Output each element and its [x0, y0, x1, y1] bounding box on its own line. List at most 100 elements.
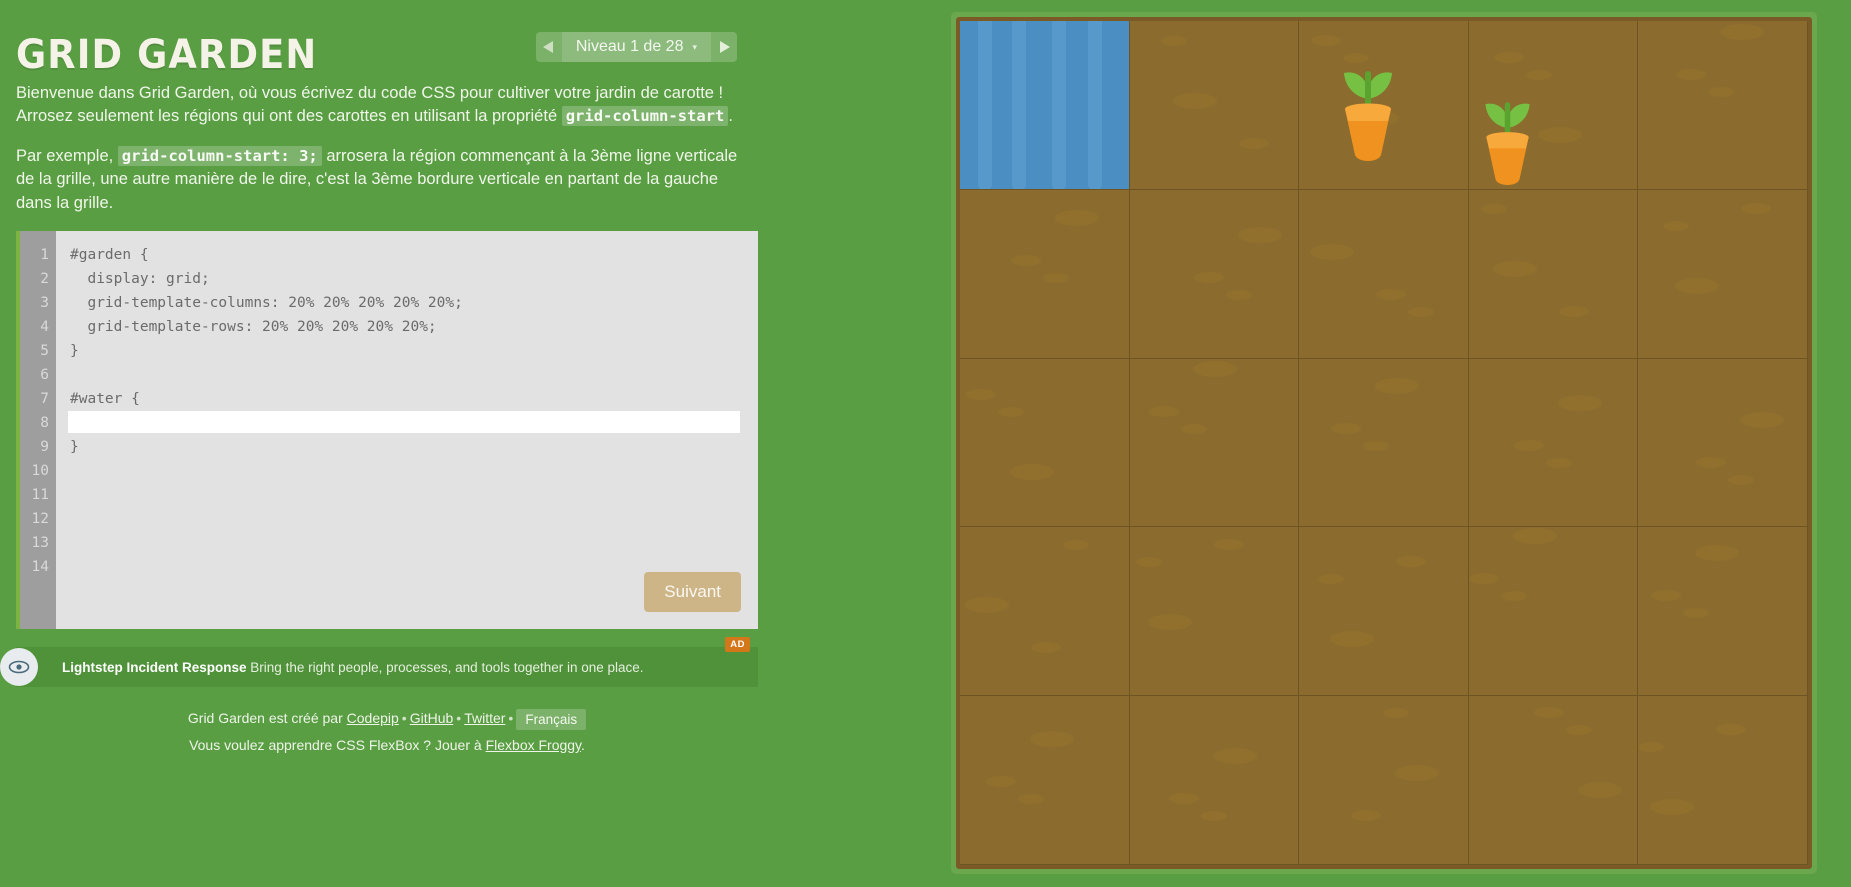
- paragraph2-code: grid-column-start: 3;: [117, 145, 322, 166]
- soil-clod: [1638, 742, 1665, 753]
- soil-clod: [1500, 591, 1527, 602]
- soil-clod: [1376, 288, 1407, 300]
- garden-cell-soil: [1299, 696, 1469, 865]
- line-number: 10: [31, 463, 49, 480]
- flexbox-froggy-link[interactable]: Flexbox Froggy: [486, 737, 581, 753]
- soil-clod: [1696, 456, 1727, 468]
- garden-cell-soil: [960, 189, 1130, 359]
- ad-badge: AD: [725, 637, 750, 653]
- garden-cell-soil: [1468, 358, 1639, 528]
- line-number: 9: [40, 439, 49, 456]
- garden-cell-soil: [1638, 189, 1808, 359]
- garden-cell-soil: [1129, 189, 1300, 359]
- line-number: 11: [31, 487, 49, 504]
- garden-cell-soil: [1638, 696, 1808, 865]
- code-area[interactable]: #garden { display: grid; grid-template-c…: [56, 231, 758, 629]
- soil-clod: [1200, 811, 1227, 822]
- soil-clod: [1513, 439, 1544, 451]
- soil-clod: [1740, 411, 1785, 428]
- garden-cell-soil: [1299, 21, 1469, 190]
- garden-frame: [951, 12, 1817, 874]
- water-wave: [978, 21, 992, 189]
- carrot-icon: [1479, 71, 1541, 189]
- soil-clod: [998, 406, 1024, 417]
- soil-clod: [1351, 810, 1382, 822]
- soil-clod: [1018, 794, 1044, 805]
- chevron-down-icon: ▾: [692, 41, 697, 52]
- soil-clod: [1310, 243, 1355, 260]
- footer-link-twitter[interactable]: Twitter: [464, 710, 505, 726]
- code-line: grid-template-rows: 20% 20% 20% 20% 20%;: [70, 319, 437, 336]
- line-number: 7: [40, 391, 49, 408]
- soil-clod: [1741, 202, 1772, 214]
- water-wave: [1052, 21, 1066, 189]
- garden-cell-soil: [1468, 696, 1639, 865]
- garden-cell-soil: [1468, 527, 1639, 697]
- soil-clod: [1238, 138, 1269, 149]
- soil-clod: [1408, 306, 1435, 317]
- garden-grid: [960, 21, 1808, 865]
- soil-clod: [1168, 793, 1199, 805]
- soil-clod: [1375, 377, 1420, 394]
- soil-clod: [1318, 574, 1345, 585]
- soil-clod: [1010, 463, 1054, 480]
- soil-clod: [1663, 220, 1690, 231]
- line-number: 12: [31, 511, 49, 528]
- footer-link-codepip[interactable]: Codepip: [347, 710, 399, 726]
- advertisement-bar[interactable]: Lightstep Incident Response Bring the ri…: [0, 637, 758, 688]
- next-level-button[interactable]: [711, 32, 737, 62]
- garden-cell-soil: [1299, 527, 1469, 697]
- advertisement-text: Lightstep Incident Response Bring the ri…: [62, 660, 644, 675]
- garden-cell-soil: [1129, 21, 1300, 190]
- line-number: 6: [40, 367, 49, 384]
- soil-clod: [1363, 440, 1390, 451]
- instructions: Bienvenue dans Grid Garden, où vous écri…: [16, 82, 758, 215]
- left-panel: GRID GARDEN Niveau 1 de 28 ▾ Bienvenue d…: [0, 0, 950, 887]
- css-editor[interactable]: 1 2 3 4 5 6 7 8 9 10 11 12 13 14 #garden { display: g…: [16, 231, 758, 630]
- soil-clod: [1716, 724, 1747, 736]
- garden-cell-soil: [1638, 21, 1808, 190]
- soil-clod: [1493, 52, 1524, 63]
- soil-clod: [1565, 725, 1592, 736]
- garden-cell-soil: [1129, 358, 1300, 528]
- soil-clod: [1055, 209, 1099, 226]
- line-number: 4: [40, 319, 49, 336]
- footer-link-github[interactable]: GitHub: [410, 710, 454, 726]
- soil-clod: [1492, 260, 1537, 277]
- line-number: 8: [40, 415, 49, 432]
- garden-cell-soil: [960, 696, 1130, 865]
- soil-clod: [1468, 573, 1499, 585]
- soil-clod: [1043, 272, 1069, 283]
- level-selector[interactable]: Niveau 1 de 28 ▾: [535, 32, 737, 62]
- previous-level-button[interactable]: [535, 32, 562, 62]
- css-input-line[interactable]: [68, 411, 758, 435]
- soil-clod: [1695, 545, 1740, 562]
- footer-separator-3: •: [508, 710, 514, 727]
- soil-clod: [1512, 528, 1557, 545]
- soil-clod: [1063, 540, 1089, 551]
- soil-clod: [965, 597, 1009, 614]
- paragraph2-text-before: Par exemple,: [16, 146, 118, 165]
- soil-clod: [1651, 590, 1682, 602]
- footer-separator-1: •: [401, 710, 407, 727]
- language-button[interactable]: Français: [516, 708, 587, 730]
- soil-clod: [1192, 360, 1237, 377]
- next-button[interactable]: Suivant: [644, 572, 741, 613]
- grid-garden-app: GRID GARDEN Niveau 1 de 28 ▾ Bienvenue d…: [0, 0, 1851, 887]
- level-dropdown[interactable]: Niveau 1 de 28 ▾: [561, 32, 711, 62]
- soil-clod: [986, 776, 1016, 788]
- water-wave: [1088, 21, 1102, 189]
- flexbox-suffix: .: [581, 736, 585, 753]
- triangle-right-icon: [718, 40, 731, 54]
- soil-clod: [1180, 423, 1207, 434]
- page-title: GRID GARDEN: [16, 32, 318, 78]
- soil-clod: [1708, 87, 1735, 97]
- soil-clod: [1330, 631, 1375, 648]
- level-label: Niveau 1 de 28: [575, 38, 684, 55]
- css-input[interactable]: [68, 411, 740, 434]
